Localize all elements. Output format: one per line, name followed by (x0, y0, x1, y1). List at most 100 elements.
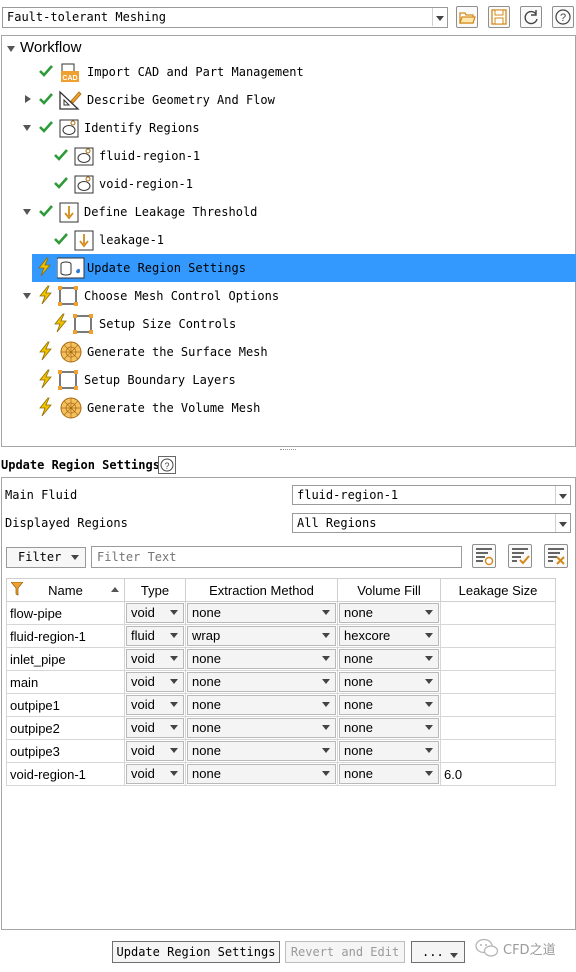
collapse-toggle[interactable] (22, 207, 32, 217)
extraction-method-value: none (192, 743, 221, 758)
filter-dropdown-button[interactable]: Filter (6, 547, 86, 568)
volume-fill-value: none (344, 766, 373, 781)
type-select[interactable]: void (124, 762, 186, 786)
revert-and-edit-button[interactable]: Revert and Edit (285, 941, 405, 963)
table-row[interactable]: fluid-region-1 fluid wrap hexcore (6, 624, 556, 648)
help-icon: ? (160, 458, 174, 472)
extraction-method-value: none (192, 720, 221, 735)
tree-item-void-region-1[interactable]: void-region-1 (2, 170, 576, 198)
table-row[interactable]: main void none none (6, 670, 556, 694)
extraction-method-select[interactable]: none (185, 647, 338, 671)
leakage-size-cell[interactable] (440, 624, 556, 648)
tree-item-define-leakage-threshold[interactable]: Define Leakage Threshold (2, 198, 576, 226)
tree-item-label: Setup Size Controls (99, 317, 237, 331)
table-row[interactable]: outpipe2 void none none (6, 716, 556, 740)
main-fluid-select[interactable]: fluid-region-1 (292, 485, 571, 505)
splitter-handle[interactable] (280, 449, 296, 452)
extraction-method-value: none (192, 674, 221, 689)
extraction-method-select[interactable]: none (185, 670, 338, 694)
workflow-tree[interactable]: Workflow CAD Import CAD and Part Managem… (1, 35, 576, 447)
leakage-size-cell[interactable] (440, 601, 556, 625)
column-header-extraction-method[interactable]: Extraction Method (185, 578, 338, 602)
tree-item-import-cad[interactable]: CAD Import CAD and Part Management (2, 58, 576, 86)
tree-item-fluid-region-1[interactable]: fluid-region-1 (2, 142, 576, 170)
tree-item-leakage-1[interactable]: leakage-1 (2, 226, 576, 254)
table-row[interactable]: outpipe1 void none none (6, 693, 556, 717)
checkmark-icon (54, 233, 68, 245)
extraction-method-select[interactable]: none (185, 762, 338, 786)
table-row[interactable]: flow-pipe void none none (6, 601, 556, 625)
type-select[interactable]: void (124, 693, 186, 717)
more-options-button[interactable]: ... (411, 941, 465, 963)
update-region-settings-button[interactable]: Update Region Settings (112, 941, 280, 963)
column-header-type[interactable]: Type (124, 578, 186, 602)
extraction-method-value: none (192, 651, 221, 666)
tree-item-identify-regions[interactable]: Identify Regions (2, 114, 576, 142)
type-value: void (131, 697, 155, 712)
table-row[interactable]: outpipe3 void none none (6, 739, 556, 763)
mesh-control-icon (58, 286, 78, 306)
leakage-size-cell[interactable] (440, 670, 556, 694)
displayed-regions-select[interactable]: All Regions (292, 513, 571, 533)
column-header-label: Extraction Method (209, 582, 314, 598)
leakage-size-cell[interactable]: 6.0 (440, 762, 556, 786)
collapse-toggle[interactable] (22, 123, 32, 133)
column-header-label: Type (140, 582, 170, 598)
type-select[interactable]: void (124, 670, 186, 694)
leakage-size-cell[interactable] (440, 716, 556, 740)
volume-fill-select[interactable]: none (337, 601, 441, 625)
type-select[interactable]: void (124, 716, 186, 740)
volume-fill-select[interactable]: hexcore (337, 624, 441, 648)
tree-item-setup-size-controls[interactable]: Setup Size Controls (2, 310, 576, 338)
extraction-method-value: wrap (192, 628, 221, 643)
table-row[interactable]: inlet_pipe void none none (6, 647, 556, 671)
volume-fill-select[interactable]: none (337, 716, 441, 740)
save-button[interactable] (488, 6, 510, 28)
leakage-size-cell[interactable] (440, 647, 556, 671)
table-row[interactable]: void-region-1 void none none 6.0 (6, 762, 556, 786)
displayed-regions-value: All Regions (297, 516, 377, 530)
filter-options-button[interactable] (472, 544, 496, 568)
help-button[interactable]: ? (552, 6, 574, 28)
tree-item-label: Import CAD and Part Management (87, 65, 304, 79)
leakage-size-cell[interactable] (440, 693, 556, 717)
type-select[interactable]: void (124, 601, 186, 625)
cad-import-icon: CAD (61, 63, 79, 82)
volume-fill-value: none (344, 743, 373, 758)
type-select[interactable]: void (124, 739, 186, 763)
collapse-toggle[interactable] (22, 291, 32, 301)
tree-item-describe-geometry[interactable]: Describe Geometry And Flow (2, 86, 576, 114)
column-header-volume-fill[interactable]: Volume Fill (337, 578, 441, 602)
select-all-button[interactable] (508, 544, 532, 568)
volume-fill-select[interactable]: none (337, 762, 441, 786)
expand-toggle[interactable] (22, 95, 32, 105)
workflow-collapse-toggle[interactable] (6, 44, 16, 54)
extraction-method-select[interactable]: none (185, 716, 338, 740)
column-header-name[interactable]: Name (6, 578, 125, 602)
workflow-mode-select[interactable]: Fault-tolerant Meshing (2, 7, 448, 28)
volume-fill-select[interactable]: none (337, 670, 441, 694)
type-select[interactable]: void (124, 647, 186, 671)
type-select[interactable]: fluid (124, 624, 186, 648)
tree-item-generate-surface-mesh[interactable]: Generate the Surface Mesh (2, 338, 576, 366)
extraction-method-select[interactable]: none (185, 601, 338, 625)
tree-item-update-region-settings[interactable]: Update Region Settings (32, 254, 576, 282)
tree-item-label: void-region-1 (99, 177, 193, 191)
volume-fill-select[interactable]: none (337, 739, 441, 763)
volume-fill-select[interactable]: none (337, 647, 441, 671)
regions-table[interactable]: Name Type Extraction Method Volume Fill … (6, 578, 556, 786)
tree-item-choose-mesh-control[interactable]: Choose Mesh Control Options (2, 282, 576, 310)
panel-help-button[interactable]: ? (158, 456, 176, 474)
open-folder-button[interactable] (456, 6, 478, 28)
volume-fill-select[interactable]: none (337, 693, 441, 717)
clear-selection-button[interactable] (544, 544, 568, 568)
filter-text-input[interactable] (91, 546, 462, 568)
leakage-size-cell[interactable] (440, 739, 556, 763)
tree-item-generate-volume-mesh[interactable]: Generate the Volume Mesh (2, 394, 576, 422)
refresh-button[interactable] (520, 6, 542, 28)
column-header-leakage-size[interactable]: Leakage Size (440, 578, 556, 602)
extraction-method-select[interactable]: wrap (185, 624, 338, 648)
extraction-method-select[interactable]: none (185, 693, 338, 717)
tree-item-setup-boundary-layers[interactable]: Setup Boundary Layers (2, 366, 576, 394)
extraction-method-select[interactable]: none (185, 739, 338, 763)
